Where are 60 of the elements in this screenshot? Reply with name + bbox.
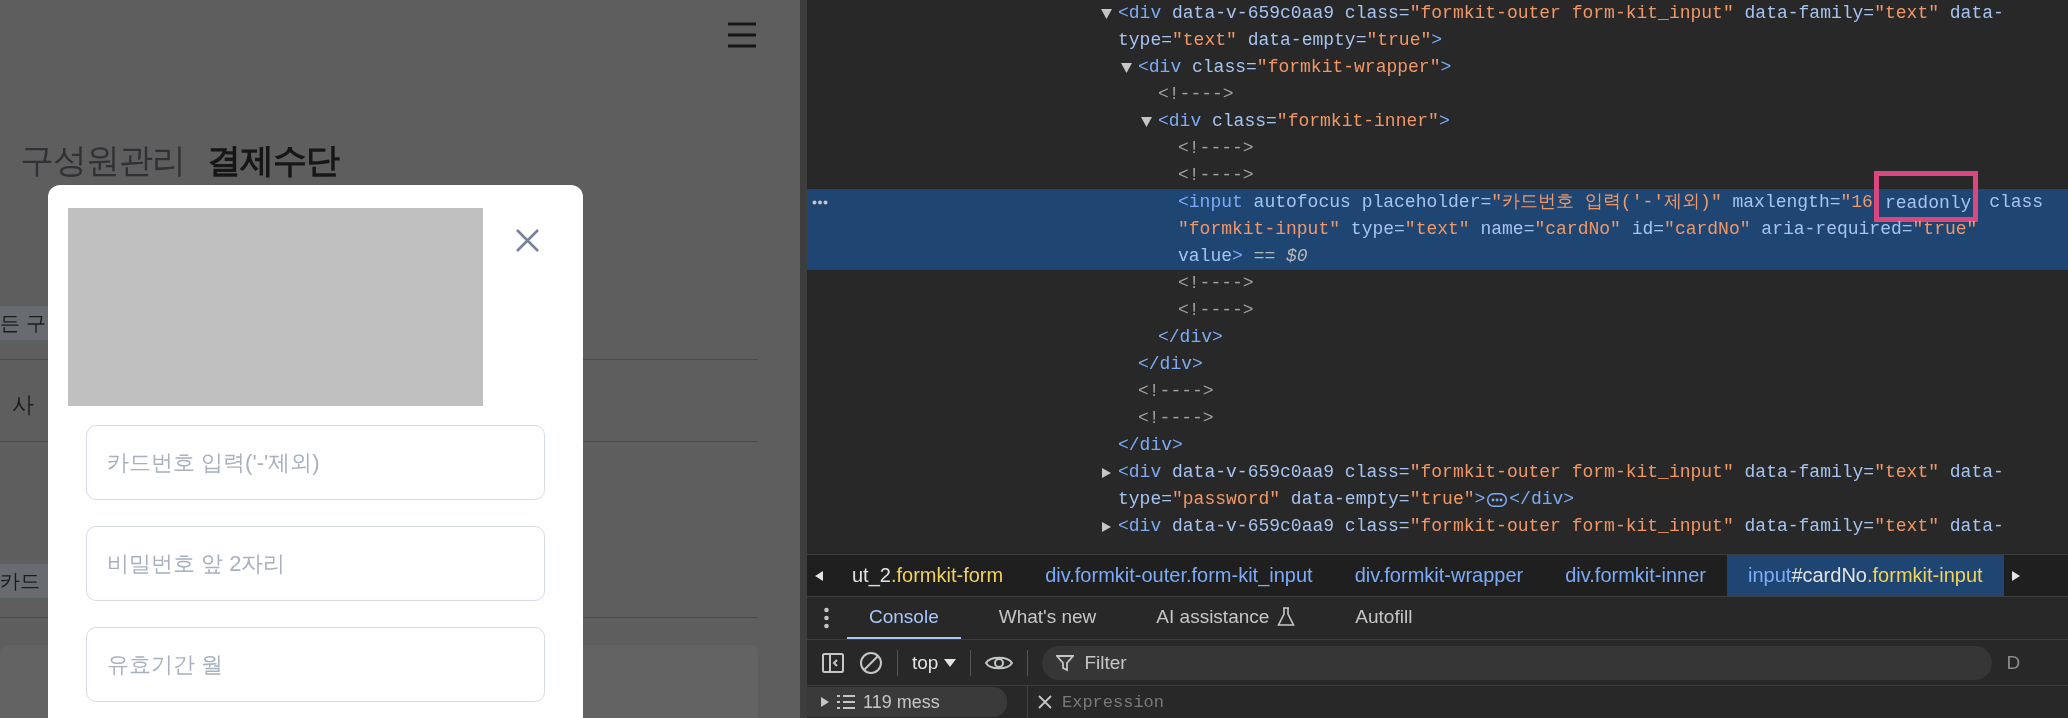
breadcrumb[interactable]: div.formkit-inner — [1544, 555, 1727, 596]
ellipsis-icon[interactable] — [1487, 492, 1508, 507]
input-field[interactable]: 카드번호 입력('-'제외) — [86, 425, 545, 500]
code-text: <!----> — [1178, 137, 1254, 160]
filter-field[interactable]: Filter — [1042, 645, 1993, 680]
drawer-tab[interactable]: What's new — [976, 597, 1119, 639]
label-text: 사 — [11, 391, 34, 419]
code-text: <!----> — [1138, 407, 1214, 430]
code-text: type="password" data-empty="true"> — [1118, 488, 1486, 511]
sidebar-toggle-icon[interactable] — [821, 650, 845, 675]
code-text: </div> — [1158, 326, 1223, 349]
close-icon[interactable] — [515, 228, 540, 253]
code-text: <!----> — [1178, 299, 1254, 322]
list-icon — [837, 695, 855, 709]
clear-icon[interactable] — [859, 650, 883, 675]
kebab-menu-icon[interactable] — [824, 607, 829, 629]
levels-dropdown[interactable]: D — [2006, 651, 2021, 674]
breadcrumb[interactable]: ut_2.formkit-form — [831, 555, 1025, 596]
code-text: value> == $0 — [1178, 245, 1308, 268]
flask-icon — [1277, 607, 1296, 627]
input-field[interactable]: 비밀번호 앞 2자리 — [86, 526, 545, 601]
context-dropdown[interactable]: top — [912, 651, 957, 674]
code-text: <!----> — [1138, 380, 1214, 403]
close-icon[interactable] — [1038, 695, 1052, 709]
code-text: <!----> — [1158, 83, 1234, 106]
code-text: </div> — [1138, 353, 1203, 376]
expanded-triangle-icon[interactable] — [1141, 117, 1152, 127]
messages-toggle[interactable]: 119 mess — [807, 687, 1007, 717]
code-text: </div> — [1118, 434, 1183, 457]
drawer-tab[interactable]: Autofill — [1333, 597, 1435, 639]
menu-icon[interactable] — [728, 22, 756, 48]
filter-icon — [1056, 653, 1075, 672]
code-text: type="text" data-empty="true"> — [1118, 29, 1443, 52]
code-text: <div data-v-659c0aa9 class="formkit-outer form-kit_input" data-family="text" data- — [1118, 515, 2004, 538]
input-field[interactable]: 유효기간 월 — [86, 627, 545, 702]
collapsed-triangle-icon[interactable] — [1101, 522, 1112, 532]
highlight-box: readonly — [1873, 171, 1979, 222]
code-text: <div class="formkit-wrapper"> — [1138, 56, 1452, 79]
code-text: <div class="formkit-inner"> — [1158, 110, 1450, 133]
more-icon[interactable] — [812, 200, 828, 205]
code-text: </div> — [1509, 488, 1575, 511]
breadcrumb[interactable]: div.formkit-wrapper — [1333, 555, 1545, 596]
expression-field[interactable]: Expression — [1060, 691, 1364, 713]
expanded-triangle-icon[interactable] — [1121, 63, 1132, 73]
code-text: class — [1988, 191, 2044, 214]
code-text: <div data-v-659c0aa9 class="formkit-outer form-kit_input" data-family="text" data- — [1118, 461, 2004, 484]
code-text: <div data-v-659c0aa9 class="formkit-outer form-kit_input" data-family="text" data- — [1118, 2, 2004, 25]
breadcrumb[interactable]: input#cardNo.formkit-input — [1727, 555, 2004, 596]
breadcrumb[interactable]: div.formkit-outer.form-kit_input — [1024, 555, 1334, 596]
code-text: <input autofocus placeholder="카드번호 입력('-'제외)" maxlength="16 — [1178, 191, 1873, 214]
drawer-tab[interactable]: AI assistance — [1134, 597, 1318, 639]
scroll-left-icon[interactable] — [815, 570, 823, 581]
caret-icon — [944, 658, 957, 667]
expand-triangle-icon — [821, 697, 829, 707]
expanded-triangle-icon[interactable] — [1101, 9, 1112, 19]
collapsed-triangle-icon[interactable] — [1101, 468, 1112, 478]
drawer-tab[interactable]: Console — [847, 597, 961, 639]
scroll-right-icon[interactable] — [2011, 570, 2020, 581]
code-text: <!----> — [1178, 272, 1254, 295]
code-text: <!----> — [1178, 164, 1254, 187]
